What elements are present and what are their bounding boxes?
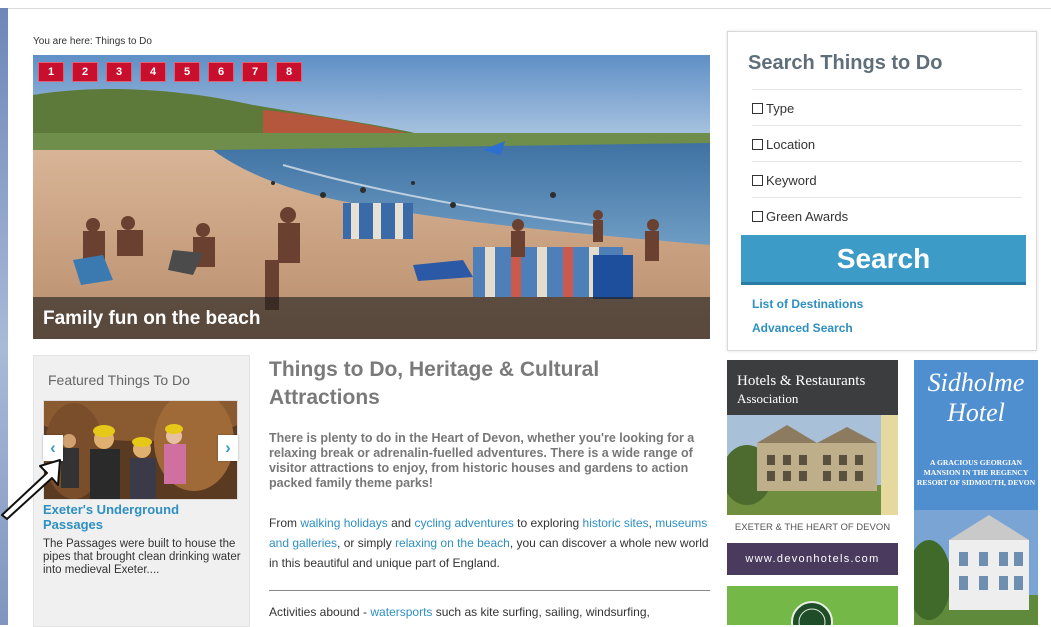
slide-page-2[interactable]: 2	[72, 62, 98, 82]
featured-photo[interactable]	[43, 400, 238, 500]
filter-location[interactable]: Location	[752, 137, 815, 152]
activities-paragraph: Activities abound - watersports such as …	[269, 603, 715, 621]
featured-item-title[interactable]: Exeter's Underground Passages	[43, 502, 233, 532]
discover-paragraph: From walking holidays and cycling advent…	[269, 513, 715, 573]
search-button[interactable]: Search	[741, 235, 1026, 285]
filter-green-awards[interactable]: Green Awards	[752, 209, 848, 224]
para-text: , or simply	[337, 536, 396, 550]
slide-page-4[interactable]: 4	[140, 62, 166, 82]
breadcrumb: You are here: Things to Do	[33, 36, 152, 47]
slide-page-3[interactable]: 3	[106, 62, 132, 82]
search-divider	[752, 161, 1022, 162]
content-divider	[269, 590, 710, 591]
green-award-ad[interactable]	[727, 586, 898, 625]
ad-tagline: EXETER & THE HEART OF DEVON	[734, 522, 891, 533]
featured-item-description: The Passages were built to house the pip…	[43, 538, 241, 576]
slide-page-5[interactable]: 5	[174, 62, 200, 82]
filter-type[interactable]: Type	[752, 101, 794, 116]
filter-label: Location	[766, 137, 816, 152]
watersports-link[interactable]: watersports	[370, 605, 432, 619]
checkbox-icon[interactable]	[752, 211, 763, 222]
para-text: and	[387, 516, 415, 530]
page-title: Things to Do, Heritage & Cultural Attrac…	[269, 358, 600, 409]
para-text: such as kite surfing, sailing, windsurfi…	[432, 605, 650, 619]
filter-label: Keyword	[766, 173, 817, 188]
filter-label: Type	[766, 101, 795, 116]
hero-slideshow[interactable]: 1 2 3 4 5 6 7 8 Family fun on the beach	[33, 55, 710, 339]
search-panel: Search Things to Do Type Location Keywor…	[727, 31, 1037, 351]
sidholme-hotel-ad[interactable]: Sidholme Hotel A GRACIOUS GEORGIAN MANSI…	[914, 360, 1038, 625]
top-rule	[0, 8, 1051, 9]
cycling-adventures-link[interactable]: cycling adventures	[414, 516, 513, 530]
search-panel-title: Search Things to Do	[748, 52, 943, 74]
search-divider	[752, 197, 1022, 198]
advanced-search-link[interactable]: Advanced Search	[752, 321, 853, 335]
slide-page-7[interactable]: 7	[242, 62, 268, 82]
walking-holidays-link[interactable]: walking holidays	[300, 516, 387, 530]
ad-hotel-copy: A GRACIOUS GEORGIAN MANSION IN THE REGEN…	[916, 458, 1036, 487]
underground-passages-photo	[44, 401, 237, 499]
para-text: to exploring	[513, 516, 583, 530]
para-text: Activities abound -	[269, 605, 371, 619]
checkbox-icon[interactable]	[752, 103, 763, 114]
left-decorative-strip	[0, 8, 8, 625]
search-divider	[752, 89, 1022, 90]
ad-title: Hotels & Restaurants	[737, 373, 866, 389]
slideshow-pager: 1 2 3 4 5 6 7 8	[38, 62, 302, 82]
checkbox-icon[interactable]	[752, 139, 763, 150]
filter-label: Green Awards	[766, 209, 849, 224]
para-text: From	[269, 516, 301, 530]
slide-page-6[interactable]: 6	[208, 62, 234, 82]
slide-caption[interactable]: Family fun on the beach	[43, 308, 260, 330]
award-badge-icon	[791, 601, 833, 625]
search-divider	[752, 125, 1022, 126]
historic-sites-link[interactable]: historic sites	[583, 516, 649, 530]
hotels-association-ad[interactable]: Hotels & Restaurants Association EXETER …	[727, 360, 898, 575]
featured-heading: Featured Things To Do	[48, 372, 190, 388]
featured-things-box: Featured Things To Do ‹ › Exeter's Under…	[33, 355, 250, 627]
ad-subtitle: Association	[737, 391, 799, 406]
slide-page-1[interactable]: 1	[38, 62, 64, 82]
carousel-next-button[interactable]: ›	[218, 435, 238, 461]
list-of-destinations-link[interactable]: List of Destinations	[752, 297, 863, 311]
filter-keyword[interactable]: Keyword	[752, 173, 817, 188]
hotel-building-photo	[914, 510, 1038, 625]
pointer-arrow-icon	[1, 459, 61, 520]
slide-page-8[interactable]: 8	[276, 62, 302, 82]
mansion-photo	[727, 415, 898, 515]
checkbox-icon[interactable]	[752, 175, 763, 186]
intro-text: There is plenty to do in the Heart of De…	[269, 431, 695, 490]
ad-hotel-name: Sidholme Hotel	[927, 368, 1025, 427]
ad-website[interactable]: www.devonhotels.com	[727, 543, 898, 575]
relaxing-beach-link[interactable]: relaxing on the beach	[395, 536, 510, 550]
